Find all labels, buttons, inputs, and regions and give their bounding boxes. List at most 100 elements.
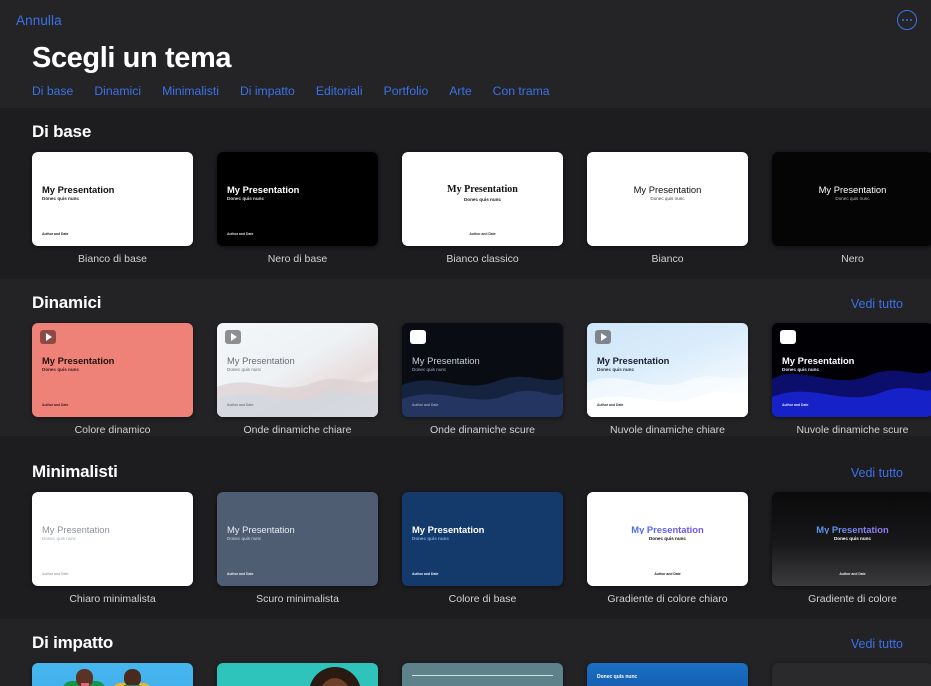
tab-arte[interactable]: Arte [449, 84, 471, 98]
theme-label: Onde dinamiche scure [402, 424, 563, 436]
theme-card-nuvole-dinamiche-chiare[interactable]: My Presentation Donec quis nunc Author a… [587, 323, 748, 436]
theme-card-bianco-classico[interactable]: My Presentation Donec quis nunc Author a… [402, 152, 563, 265]
theme-thumbnail[interactable]: My Presentation Donec quis nunc Author a… [772, 492, 931, 586]
tab-dinamici[interactable]: Dinamici [94, 84, 141, 98]
theme-thumbnail[interactable]: My Presentation Donec quis nunc Author a… [32, 323, 193, 417]
slide-preview: My Presentation Donec quis nunc Author a… [217, 323, 378, 417]
theme-thumbnail[interactable]: My Presentation Donec quis nunc Author a… [217, 152, 378, 246]
theme-thumbnail[interactable]: My Presentation Donec quis nunc Author a… [32, 492, 193, 586]
slide-text-block: My Presentation Donec quis nunc [227, 356, 368, 373]
theme-thumbnail[interactable]: My Presentation Donec quis nunc Author a… [402, 152, 563, 246]
theme-thumbnail[interactable]: My Presentation Donec quis nunc Author a… [402, 323, 563, 417]
theme-card-impatto-2[interactable]: MY PRESENTATION DONEC QUIS NUNC [217, 663, 378, 686]
tab-minimalisti[interactable]: Minimalisti [162, 84, 219, 98]
slide-author: Author and Date [227, 572, 253, 576]
theme-thumbnail[interactable]: My Presentation Donec quis nunc Author a… [587, 492, 748, 586]
see-all-di-impatto[interactable]: Vedi tutto [851, 637, 903, 651]
category-tabs: Di base Dinamici Minimalisti Di impatto … [0, 75, 931, 98]
theme-card-nuvole-dinamiche-scure[interactable]: My Presentation Donec quis nunc Author a… [772, 323, 931, 436]
tab-portfolio[interactable]: Portfolio [384, 84, 429, 98]
slide-title: My Presentation [227, 356, 368, 365]
see-all-dinamici[interactable]: Vedi tutto [851, 297, 903, 311]
slide-text-block: My Presentation Donec quis nunc [402, 185, 563, 203]
theme-card-nero[interactable]: My Presentation Donec quis nunc Nero [772, 152, 931, 265]
theme-card-bianco[interactable]: My Presentation Donec quis nunc Bianco [587, 152, 748, 265]
theme-thumbnail[interactable]: My Presentation Donec quis nunc Author a… [772, 323, 931, 417]
slide-subtitle: Donec quis nunc [412, 537, 553, 542]
slide-text-block: My Presentation Donec quis nunc [772, 525, 931, 542]
slide-title: My Presentation [412, 525, 553, 534]
slide-preview: My Presentation Donec quis nunc Author a… [32, 492, 193, 586]
slide-text-block: My Presentation Donec quis nunc [412, 525, 553, 542]
slide-preview: My Presentation Donec quis nunc Author a… [772, 323, 931, 417]
theme-thumbnail[interactable]: DONEC QUIS NUNC MY PRESENTATION Donec qu… [32, 663, 193, 686]
theme-label: Gradiente di colore [772, 593, 931, 605]
theme-card-chiaro-minimalista[interactable]: My Presentation Donec quis nunc Author a… [32, 492, 193, 605]
theme-card-colore-dinamico[interactable]: My Presentation Donec quis nunc Author a… [32, 323, 193, 436]
slide-title: My Presentation [782, 356, 923, 365]
slide-author: Author and Date [772, 572, 931, 576]
slide-text-block: My Presentation Donec quis nunc [42, 356, 183, 373]
slide-author: Author and Date [42, 232, 68, 236]
theme-label: Nuvole dinamiche chiare [587, 424, 748, 436]
theme-thumbnail[interactable]: My Presentation Donec quis nunc Author a… [32, 152, 193, 246]
theme-card-onde-dinamiche-scure[interactable]: My Presentation Donec quis nunc Author a… [402, 323, 563, 436]
slide-subtitle: Donec quis nunc [227, 197, 368, 202]
slide-text-block: My Presentation Donec quis nunc [782, 356, 923, 373]
theme-thumbnail[interactable]: MY PRESENTATION DONEC QUIS NUNC [217, 663, 378, 686]
theme-label: Nuvole dinamiche scure [772, 424, 931, 436]
slide-preview: My Presentation Donec quis nunc [587, 152, 748, 246]
slide-text-block: My Presentation Donec quis nunc [587, 185, 748, 202]
theme-card-bianco-di-base[interactable]: My Presentation Donec quis nunc Author a… [32, 152, 193, 265]
ellipsis-dots [902, 19, 912, 21]
tab-con-trama[interactable]: Con trama [493, 84, 550, 98]
slide-title: My Presentation [42, 356, 183, 365]
slide-subtitle: Donec quis nunc [42, 197, 183, 202]
theme-card-impatto-4[interactable]: Donec quis nunc [587, 663, 748, 686]
slide-preview: DONEC QUIS NUNC MY PRESENTATION Donec qu… [32, 663, 193, 686]
section-title: Dinamici [32, 293, 101, 313]
slide-text-block: My Presentation Donec quis nunc [772, 185, 931, 202]
slide-subtitle: Donec quis nunc [595, 537, 740, 542]
theme-thumbnail[interactable]: My Presentation Donec quis nunc Author a… [402, 492, 563, 586]
slide-subtitle: Donec quis nunc [595, 197, 740, 202]
slide-author: Author and Date [42, 572, 68, 576]
theme-thumbnail[interactable]: My Presentation Donec quis nunc Author a… [217, 492, 378, 586]
theme-card-impatto-5[interactable]: DONEC QUIS NUNC MY PRESENTATION [772, 663, 931, 686]
theme-card-onde-dinamiche-chiare[interactable]: My Presentation Donec quis nunc Author a… [217, 323, 378, 436]
section-di-impatto: Di impatto Vedi tutto [0, 619, 931, 686]
slide-subtitle: Donec quis nunc [410, 198, 555, 203]
theme-card-nero-di-base[interactable]: My Presentation Donec quis nunc Author a… [217, 152, 378, 265]
theme-card-colore-di-base[interactable]: My Presentation Donec quis nunc Author a… [402, 492, 563, 605]
theme-thumbnail[interactable]: Donec quis nunc MY PRESENTATION [402, 663, 563, 686]
theme-thumbnail[interactable]: My Presentation Donec quis nunc [587, 152, 748, 246]
slide-author: Author and Date [782, 403, 808, 407]
section-dinamici: Dinamici Vedi tutto My Presentation Done… [0, 279, 931, 436]
theme-card-impatto-3[interactable]: Donec quis nunc MY PRESENTATION [402, 663, 563, 686]
theme-thumbnail[interactable]: My Presentation Donec quis nunc Author a… [587, 323, 748, 417]
tab-editoriali[interactable]: Editoriali [316, 84, 363, 98]
theme-chooser-screen: Annulla Scegli un tema Di base Dinamici … [0, 0, 931, 686]
slide-text-block: My Presentation Donec quis nunc [227, 525, 368, 542]
theme-thumbnail[interactable]: DONEC QUIS NUNC MY PRESENTATION [772, 663, 931, 686]
see-all-minimalisti[interactable]: Vedi tutto [851, 466, 903, 480]
tab-di-base[interactable]: Di base [32, 84, 73, 98]
section-title: Minimalisti [32, 462, 118, 482]
theme-card-gradiente-di-colore-chiaro[interactable]: My Presentation Donec quis nunc Author a… [587, 492, 748, 605]
theme-card-scuro-minimalista[interactable]: My Presentation Donec quis nunc Author a… [217, 492, 378, 605]
theme-thumbnail[interactable]: My Presentation Donec quis nunc Author a… [217, 323, 378, 417]
slide-subtitle: Donec quis nunc [597, 368, 738, 373]
theme-thumbnail[interactable]: Donec quis nunc [587, 663, 748, 686]
tab-di-impatto[interactable]: Di impatto [240, 84, 295, 98]
theme-thumbnail[interactable]: My Presentation Donec quis nunc [772, 152, 931, 246]
theme-card-gradiente-di-colore[interactable]: My Presentation Donec quis nunc Author a… [772, 492, 931, 605]
theme-label: Colore dinamico [32, 424, 193, 436]
theme-label: Bianco classico [402, 253, 563, 265]
section-header: Di impatto Vedi tutto [0, 619, 931, 663]
theme-card-impatto-1[interactable]: DONEC QUIS NUNC MY PRESENTATION Donec qu… [32, 663, 193, 686]
slide-author: Author and Date [587, 572, 748, 576]
cancel-button[interactable]: Annulla [16, 13, 62, 28]
ellipsis-circle-icon[interactable] [897, 10, 917, 30]
slide-title: My Presentation [597, 356, 738, 365]
slide-text-block: My Presentation Donec quis nunc [412, 356, 553, 373]
